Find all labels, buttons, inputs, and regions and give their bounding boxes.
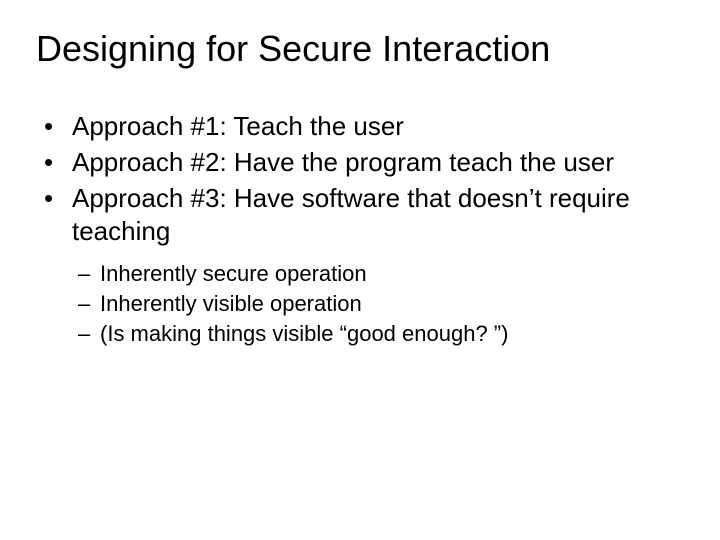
list-item: Approach #1: Teach the user (44, 110, 684, 144)
list-item: Inherently secure operation (78, 259, 684, 289)
sub-bullet-list: Inherently secure operation Inherently v… (78, 259, 684, 348)
bullet-list: Approach #1: Teach the user Approach #2:… (44, 110, 684, 249)
list-item: Approach #3: Have software that doesn’t … (44, 182, 684, 250)
list-item: Inherently visible operation (78, 289, 684, 319)
list-item: Approach #2: Have the program teach the … (44, 146, 684, 180)
list-item: (Is making things visible “good enough? … (78, 319, 684, 349)
slide-title: Designing for Secure Interaction (36, 28, 684, 70)
